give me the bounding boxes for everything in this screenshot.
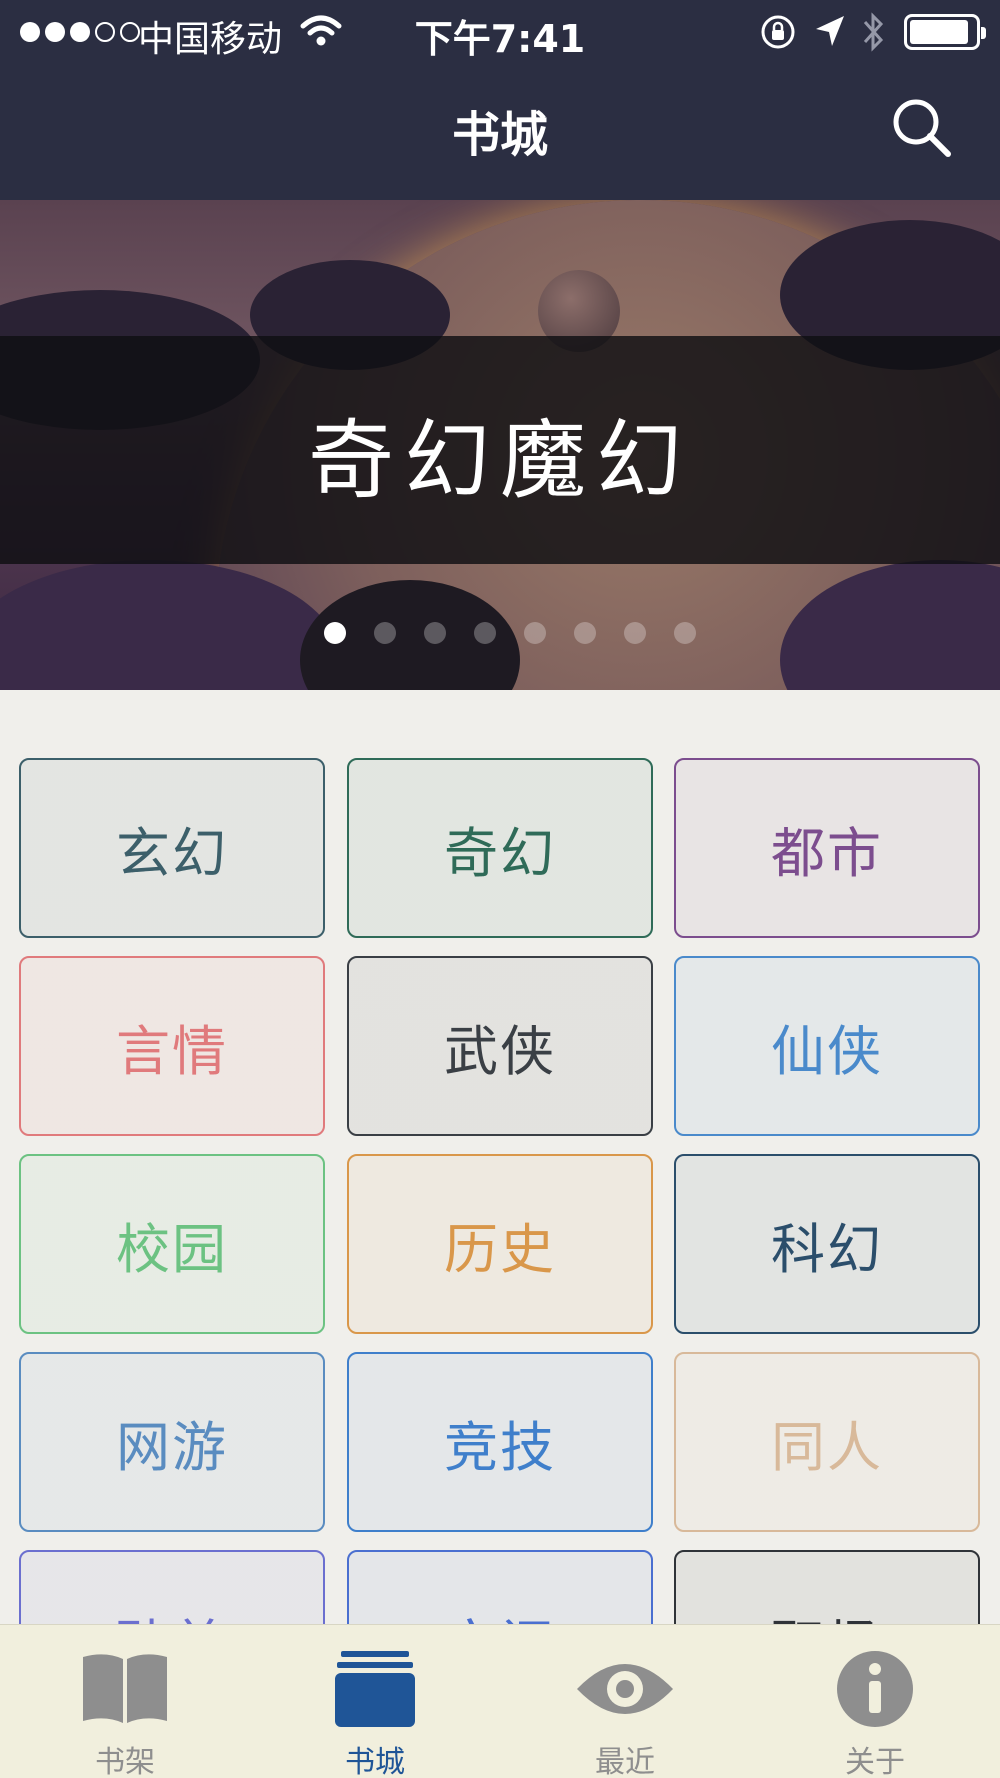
tab-bookstore[interactable]: 书城: [250, 1625, 500, 1778]
category-button[interactable]: 言情: [19, 956, 325, 1136]
category-button[interactable]: 武侠: [347, 956, 653, 1136]
page-dot[interactable]: [524, 622, 546, 644]
page-dot[interactable]: [324, 622, 346, 644]
category-button[interactable]: 网游: [19, 1352, 325, 1532]
top-bar: 中国移动 下午7:41 书城: [0, 0, 1000, 200]
open-book-icon: [83, 1654, 167, 1723]
tab-label: 书架: [95, 1745, 155, 1778]
category-button[interactable]: 奇幻: [347, 758, 653, 938]
bluetooth-icon: [863, 12, 884, 52]
page-dot[interactable]: [474, 622, 496, 644]
category-button[interactable]: 同人: [674, 1352, 980, 1532]
featured-banner[interactable]: 奇幻魔幻: [0, 200, 1000, 690]
page-dot[interactable]: [574, 622, 596, 644]
page-dot[interactable]: [624, 622, 646, 644]
search-icon[interactable]: [890, 96, 954, 160]
tab-recent[interactable]: 最近: [500, 1625, 750, 1778]
category-button[interactable]: 都市: [674, 758, 980, 938]
page-dot[interactable]: [674, 622, 696, 644]
page-dot[interactable]: [374, 622, 396, 644]
tab-bar: 书架 书城 最近 关于: [0, 1624, 1000, 1778]
page-title: 书城: [451, 107, 548, 163]
battery-icon: [904, 14, 986, 50]
category-button[interactable]: 科幻: [674, 1154, 980, 1334]
page-dot[interactable]: [424, 622, 446, 644]
category-button[interactable]: 空间: [347, 1550, 653, 1624]
category-button[interactable]: 职场: [674, 1550, 980, 1624]
category-button[interactable]: 历史: [347, 1154, 653, 1334]
banner-page-indicator[interactable]: [0, 622, 1000, 646]
tab-about[interactable]: 关于: [750, 1625, 1000, 1778]
category-button[interactable]: 校园: [19, 1154, 325, 1334]
tab-label: 最近: [595, 1745, 655, 1778]
status-bar: 中国移动 下午7:41: [0, 0, 1000, 64]
eye-icon: [577, 1664, 673, 1714]
category-button[interactable]: 耽美: [19, 1550, 325, 1624]
category-grid: 玄幻奇幻都市言情武侠仙侠校园历史科幻网游竞技同人耽美空间职场: [0, 758, 1000, 1624]
info-icon: [837, 1651, 913, 1727]
status-time: 下午7:41: [414, 17, 586, 61]
tab-label: 书城: [345, 1745, 405, 1778]
banner-title: 奇幻魔幻: [308, 411, 692, 511]
bookstore-icon: [335, 1651, 415, 1727]
tab-label: 关于: [845, 1745, 905, 1778]
tab-bookshelf[interactable]: 书架: [0, 1625, 250, 1778]
category-button[interactable]: 竞技: [347, 1352, 653, 1532]
category-button[interactable]: 仙侠: [674, 956, 980, 1136]
location-arrow-icon: [816, 16, 844, 46]
category-button[interactable]: 玄幻: [19, 758, 325, 938]
rotation-lock-icon: [761, 15, 795, 49]
